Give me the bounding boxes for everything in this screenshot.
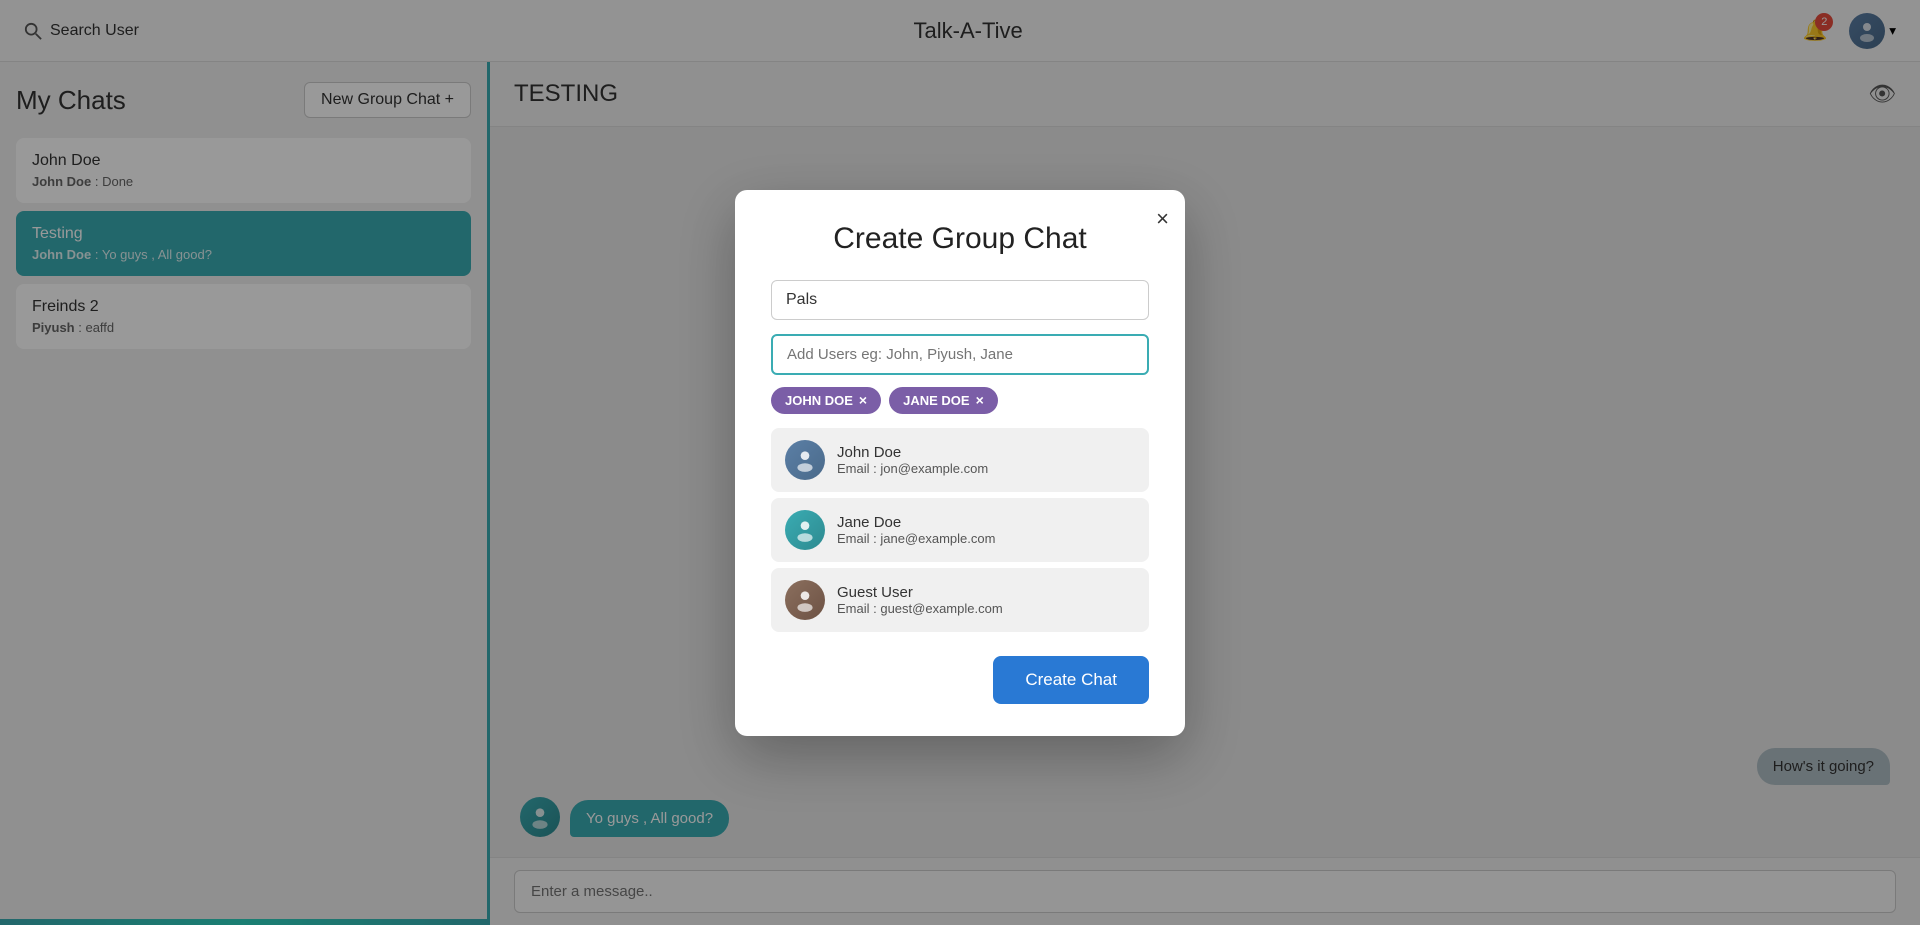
user-name: John Doe [837,444,988,461]
user-info-john: John Doe Email : jon@example.com [837,444,988,476]
user-avatar-guest [785,580,825,620]
modal-title: Create Group Chat [771,222,1149,256]
create-btn-container: Create Chat [771,656,1149,704]
user-name: Jane Doe [837,514,995,531]
tag-remove-jane[interactable]: × [976,393,984,407]
chat-name-input[interactable] [771,280,1149,320]
modal-close-button[interactable]: × [1156,206,1169,232]
tag-remove-john[interactable]: × [859,393,867,407]
selected-users-container: JOHN DOE × JANE DOE × [771,387,1149,414]
user-name: Guest User [837,584,1003,601]
user-search-results: John Doe Email : jon@example.com Jane Do… [771,428,1149,632]
user-avatar-john [785,440,825,480]
tag-label: JANE DOE [903,393,969,408]
avatar-icon [792,447,818,473]
tag-label: JOHN DOE [785,393,853,408]
user-tag-john-doe[interactable]: JOHN DOE × [771,387,881,414]
user-info-jane: Jane Doe Email : jane@example.com [837,514,995,546]
user-list-item-john[interactable]: John Doe Email : jon@example.com [771,428,1149,492]
user-info-guest: Guest User Email : guest@example.com [837,584,1003,616]
create-group-chat-modal: × Create Group Chat JOHN DOE × JANE DOE … [735,190,1185,736]
user-email: Email : jon@example.com [837,461,988,476]
user-email: Email : jane@example.com [837,531,995,546]
modal-overlay[interactable]: × Create Group Chat JOHN DOE × JANE DOE … [0,0,1920,925]
user-avatar-jane [785,510,825,550]
user-list-item-jane[interactable]: Jane Doe Email : jane@example.com [771,498,1149,562]
user-tag-jane-doe[interactable]: JANE DOE × [889,387,998,414]
user-list-item-guest[interactable]: Guest User Email : guest@example.com [771,568,1149,632]
user-email: Email : guest@example.com [837,601,1003,616]
avatar-icon [792,587,818,613]
avatar-icon [792,517,818,543]
add-users-input[interactable] [771,334,1149,375]
create-chat-button[interactable]: Create Chat [993,656,1149,704]
